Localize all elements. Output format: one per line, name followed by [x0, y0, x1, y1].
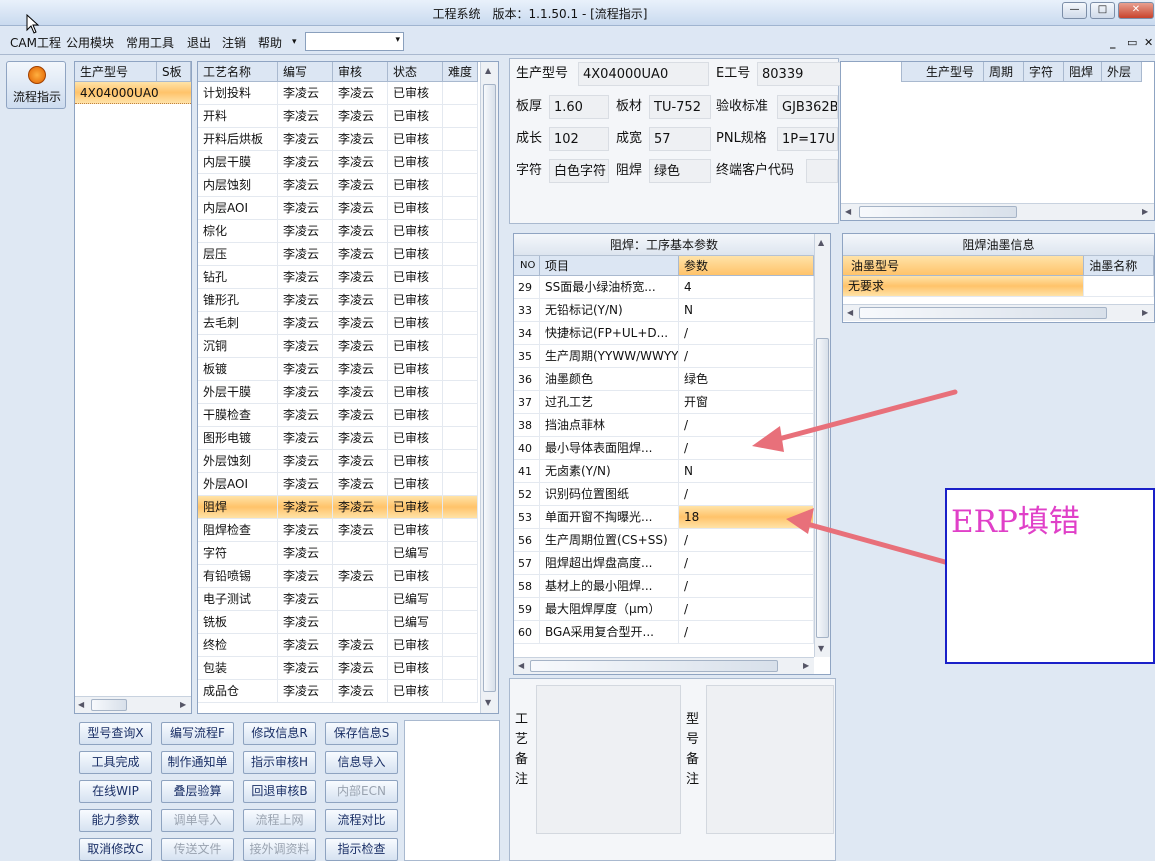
annotation-arrows [752, 389, 958, 565]
arrow-line [797, 519, 948, 565]
arrow-head [752, 426, 784, 452]
mouse-cursor-icon [26, 14, 40, 34]
annotation-text: ERP填错 [951, 504, 1080, 540]
arrow-line [757, 389, 958, 447]
annotation-box: ERP填错 [945, 488, 1155, 664]
arrow-head [786, 508, 814, 534]
